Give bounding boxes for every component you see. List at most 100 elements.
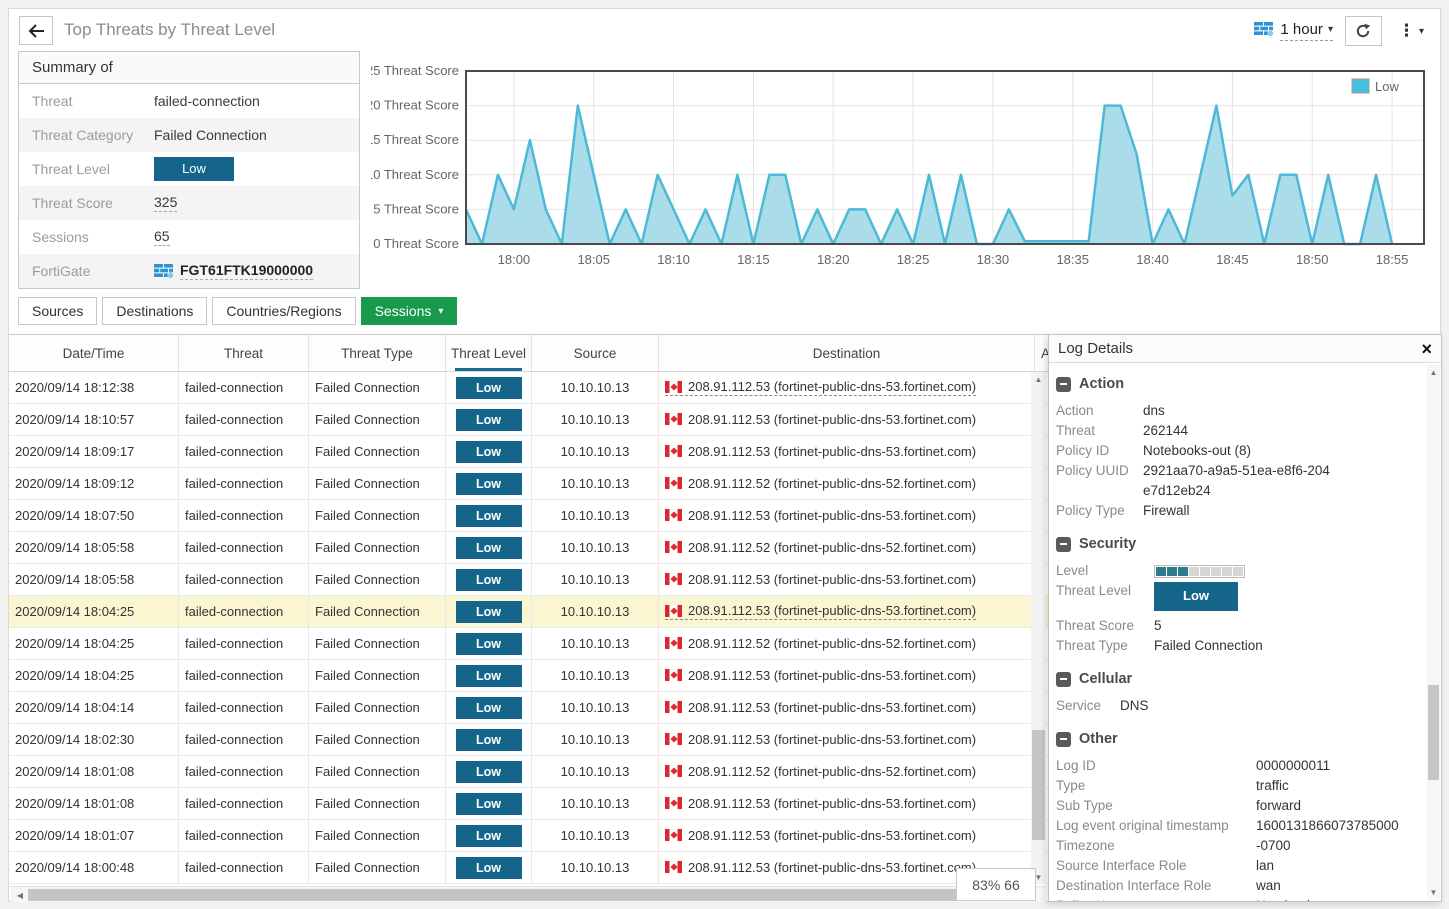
scroll-up-icon[interactable]: ▲ bbox=[1031, 372, 1046, 386]
scroll-up-icon[interactable]: ▲ bbox=[1427, 365, 1440, 379]
table-row[interactable]: 2020/09/14 18:01:08failed-connectionFail… bbox=[9, 788, 1049, 820]
cell-threat: failed-connection bbox=[179, 660, 309, 691]
scroll-left-icon[interactable]: ◀ bbox=[13, 888, 27, 902]
table-row[interactable]: 2020/09/14 18:01:07failed-connectionFail… bbox=[9, 820, 1049, 852]
cell-threat-level: Low bbox=[446, 820, 532, 851]
main-card: Top Threats by Threat Level 1 hour▾ ⋮ ▾ … bbox=[8, 8, 1441, 902]
cell-threat-level: Low bbox=[446, 628, 532, 659]
more-menu-button[interactable]: ⋮ ▾ bbox=[1394, 19, 1428, 43]
column-header-date-time[interactable]: Date/Time bbox=[9, 335, 179, 371]
table-row[interactable]: 2020/09/14 18:01:08failed-connectionFail… bbox=[9, 756, 1049, 788]
refresh-button[interactable] bbox=[1345, 16, 1382, 46]
cell-threat-level: Low bbox=[446, 468, 532, 499]
close-icon[interactable]: × bbox=[1421, 340, 1432, 358]
topbar-controls: 1 hour▾ ⋮ ▾ bbox=[1254, 15, 1428, 47]
destination-link[interactable]: 208.91.112.53 (fortinet-public-dns-53.fo… bbox=[665, 412, 976, 428]
collapse-icon[interactable] bbox=[1056, 732, 1071, 747]
svg-text:18:20: 18:20 bbox=[817, 252, 850, 267]
log-section-title: Cellular bbox=[1056, 671, 1426, 687]
cell-threat: failed-connection bbox=[179, 724, 309, 755]
scroll-down-icon[interactable]: ▼ bbox=[1427, 885, 1440, 899]
destination-link[interactable]: 208.91.112.53 (fortinet-public-dns-53.fo… bbox=[665, 444, 976, 460]
back-button[interactable] bbox=[19, 16, 53, 45]
svg-text:18:10: 18:10 bbox=[657, 252, 690, 267]
tab-countries-regions[interactable]: Countries/Regions bbox=[212, 297, 355, 325]
cell-threat: failed-connection bbox=[179, 372, 309, 403]
destination-link[interactable]: 208.91.112.53 (fortinet-public-dns-53.fo… bbox=[665, 668, 976, 684]
log-value: 2921aa70-a9a5-51ea-e8f6-204e7d12eb24 bbox=[1143, 461, 1333, 501]
log-label: Threat Type bbox=[1056, 636, 1154, 656]
table-row[interactable]: 2020/09/14 18:09:17failed-connectionFail… bbox=[9, 436, 1049, 468]
threat-level-badge: Low bbox=[456, 569, 522, 591]
fortigate-device-link[interactable]: FGT61FTK19000000 bbox=[154, 262, 313, 280]
threat-level-badge: Low bbox=[456, 409, 522, 431]
tab-destinations[interactable]: Destinations bbox=[102, 297, 207, 325]
table-row[interactable]: 2020/09/14 18:04:25failed-connectionFail… bbox=[9, 596, 1049, 628]
canada-flag-icon bbox=[665, 637, 682, 649]
table-row[interactable]: 2020/09/14 18:00:48failed-connectionFail… bbox=[9, 852, 1049, 884]
table-vertical-scrollbar[interactable]: ▲ ▼ bbox=[1031, 372, 1046, 884]
destination-link[interactable]: 208.91.112.52 (fortinet-public-dns-52.fo… bbox=[665, 764, 976, 780]
column-header-source[interactable]: Source bbox=[532, 335, 659, 371]
table-row[interactable]: 2020/09/14 18:02:30failed-connectionFail… bbox=[9, 724, 1049, 756]
svg-text:15 Threat Score: 15 Threat Score bbox=[371, 132, 459, 147]
log-label: Threat Level bbox=[1056, 581, 1154, 601]
destination-link[interactable]: 208.91.112.52 (fortinet-public-dns-52.fo… bbox=[665, 476, 976, 492]
summary-value-link[interactable]: 325 bbox=[154, 194, 177, 212]
destination-link[interactable]: 208.91.112.53 (fortinet-public-dns-53.fo… bbox=[665, 379, 976, 396]
destination-link[interactable]: 208.91.112.53 (fortinet-public-dns-53.fo… bbox=[665, 572, 976, 588]
canada-flag-icon bbox=[665, 573, 682, 585]
table-row[interactable]: 2020/09/14 18:04:14failed-connectionFail… bbox=[9, 692, 1049, 724]
destination-link[interactable]: 208.91.112.53 (fortinet-public-dns-53.fo… bbox=[665, 796, 976, 812]
threat-level-badge: Low bbox=[456, 441, 522, 463]
destination-link[interactable]: 208.91.112.53 (fortinet-public-dns-53.fo… bbox=[665, 700, 976, 716]
cell-datetime: 2020/09/14 18:04:25 bbox=[9, 628, 179, 659]
cell-threat-type: Failed Connection bbox=[309, 692, 446, 723]
cell-destination: 208.91.112.52 (fortinet-public-dns-52.fo… bbox=[659, 756, 1035, 787]
panel-scroll-thumb[interactable] bbox=[1428, 685, 1439, 780]
destination-link[interactable]: 208.91.112.52 (fortinet-public-dns-52.fo… bbox=[665, 540, 976, 556]
threat-level-badge: Low bbox=[456, 505, 522, 527]
log-section-title: Action bbox=[1056, 376, 1426, 392]
tab-sessions[interactable]: Sessions▾ bbox=[361, 297, 458, 325]
svg-text:18:25: 18:25 bbox=[897, 252, 930, 267]
destination-link[interactable]: 208.91.112.53 (fortinet-public-dns-53.fo… bbox=[665, 828, 976, 844]
collapse-icon[interactable] bbox=[1056, 537, 1071, 552]
cell-threat-level: Low bbox=[446, 436, 532, 467]
destination-link[interactable]: 208.91.112.53 (fortinet-public-dns-53.fo… bbox=[665, 603, 976, 620]
column-header-action[interactable]: Action bbox=[1035, 335, 1049, 371]
tab-sources[interactable]: Sources bbox=[18, 297, 97, 325]
threat-level-badge: Low bbox=[456, 473, 522, 495]
log-row-threat-score: Threat Score5 bbox=[1056, 616, 1426, 636]
table-row[interactable]: 2020/09/14 18:12:38failed-connectionFail… bbox=[9, 372, 1049, 404]
time-range-dropdown[interactable]: 1 hour▾ bbox=[1254, 21, 1333, 41]
collapse-icon[interactable] bbox=[1056, 377, 1071, 392]
cell-threat-type: Failed Connection bbox=[309, 756, 446, 787]
table-row[interactable]: 2020/09/14 18:04:25failed-connectionFail… bbox=[9, 660, 1049, 692]
cell-threat-level: Low bbox=[446, 788, 532, 819]
destination-link[interactable]: 208.91.112.53 (fortinet-public-dns-53.fo… bbox=[665, 732, 976, 748]
table-row[interactable]: 2020/09/14 18:05:58failed-connectionFail… bbox=[9, 532, 1049, 564]
destination-link[interactable]: 208.91.112.53 (fortinet-public-dns-53.fo… bbox=[665, 508, 976, 524]
destination-link[interactable]: 208.91.112.53 (fortinet-public-dns-53.fo… bbox=[665, 860, 976, 876]
table-row[interactable]: 2020/09/14 18:05:58failed-connectionFail… bbox=[9, 564, 1049, 596]
cell-datetime: 2020/09/14 18:01:08 bbox=[9, 788, 179, 819]
destination-link[interactable]: 208.91.112.52 (fortinet-public-dns-52.fo… bbox=[665, 636, 976, 652]
summary-value-link[interactable]: 65 bbox=[154, 228, 170, 246]
table-row[interactable]: 2020/09/14 18:10:57failed-connectionFail… bbox=[9, 404, 1049, 436]
table-horizontal-scrollbar[interactable]: ◀ bbox=[11, 886, 1046, 902]
table-row[interactable]: 2020/09/14 18:09:12failed-connectionFail… bbox=[9, 468, 1049, 500]
panel-scrollbar[interactable]: ▲ ▼ bbox=[1427, 365, 1440, 899]
horizontal-scroll-thumb[interactable] bbox=[28, 889, 1024, 901]
table-row[interactable]: 2020/09/14 18:04:25failed-connectionFail… bbox=[9, 628, 1049, 660]
table-row[interactable]: 2020/09/14 18:07:50failed-connectionFail… bbox=[9, 500, 1049, 532]
cell-datetime: 2020/09/14 18:04:14 bbox=[9, 692, 179, 723]
vertical-scroll-thumb[interactable] bbox=[1032, 730, 1045, 840]
column-header-threat-type[interactable]: Threat Type bbox=[309, 335, 446, 371]
collapse-icon[interactable] bbox=[1056, 672, 1071, 687]
log-row-source-interface-role: Source Interface Rolelan bbox=[1056, 856, 1426, 876]
column-header-threat-level[interactable]: Threat Level bbox=[446, 335, 532, 371]
level-segment bbox=[1178, 567, 1188, 576]
column-header-threat[interactable]: Threat bbox=[179, 335, 309, 371]
column-header-destination[interactable]: Destination bbox=[659, 335, 1035, 371]
